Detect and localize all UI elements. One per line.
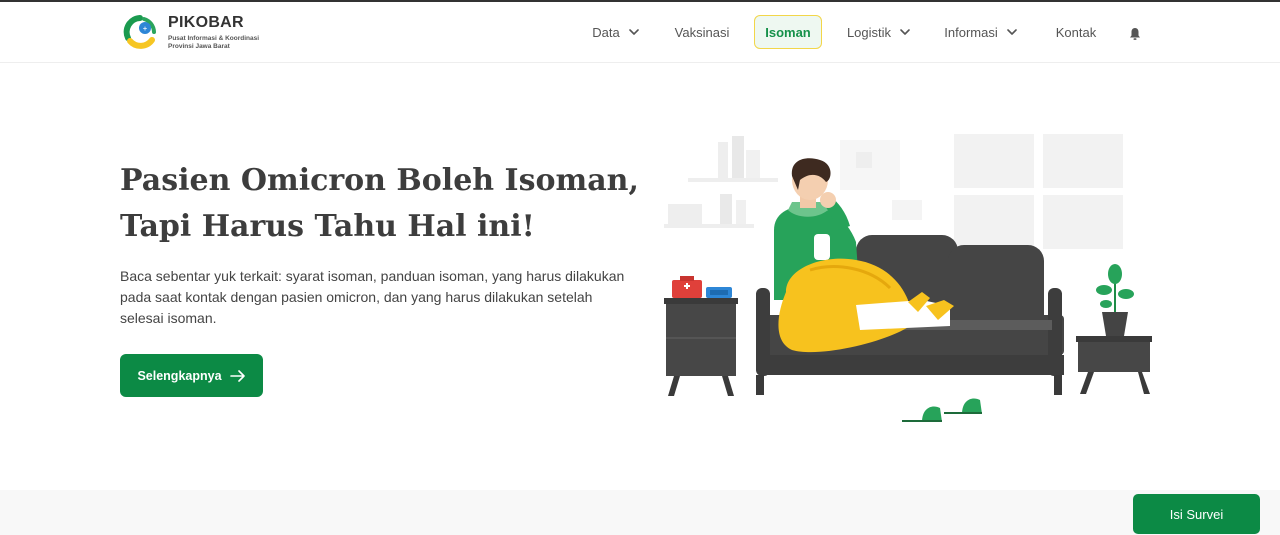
brand-name: PIKOBAR — [168, 14, 244, 31]
nav-item-kontak[interactable]: Kontak — [1052, 15, 1100, 49]
navbar: + PIKOBAR Pusat Informasi & Koordinasi P… — [0, 2, 1280, 63]
pikobar-logo-icon: + — [123, 15, 156, 49]
arrow-right-icon — [229, 369, 245, 382]
nav-item-informasi-label: Informasi — [944, 24, 998, 40]
nav-item-vaksinasi-label: Vaksinasi — [674, 24, 730, 40]
nav-item-logistik[interactable]: Logistik — [846, 15, 912, 49]
nav-item-kontak-label: Kontak — [1055, 24, 1097, 40]
hero-description: Baca sebentar yuk terkait: syarat isoman… — [120, 268, 625, 326]
chevron-down-icon — [900, 29, 910, 35]
svg-text:+: + — [142, 26, 147, 33]
next-section-band — [0, 490, 1280, 535]
brand-logo[interactable]: + PIKOBAR Pusat Informasi & Koordinasi P… — [122, 14, 282, 54]
side-table-right — [1076, 264, 1152, 394]
brand-subtitle: Pusat Informasi & Koordinasi Provinsi Ja… — [168, 35, 288, 51]
nav-item-logistik-label: Logistik — [846, 24, 892, 40]
chevron-down-icon — [628, 29, 639, 35]
nav-item-data[interactable]: Data — [590, 15, 642, 49]
hero-title: Pasien Omicron Boleh Isoman, Tapi Harus … — [120, 158, 640, 250]
chevron-down-icon — [1006, 29, 1017, 35]
hero-title-line2: Tapi Harus Tahu Hal ini! — [120, 209, 535, 244]
side-table-left — [664, 276, 738, 396]
brand-subtitle-line1: Pusat Informasi & Koordinasi — [168, 35, 260, 42]
bell-icon[interactable] — [1127, 26, 1143, 42]
selengkapnya-button[interactable]: Selengkapnya — [120, 354, 263, 397]
isi-survei-button[interactable]: Isi Survei — [1133, 494, 1260, 534]
isoman-illustration — [664, 134, 1152, 422]
hero-title-line1: Pasien Omicron Boleh Isoman, — [120, 163, 639, 198]
slippers — [902, 398, 982, 422]
nav-item-data-label: Data — [592, 24, 620, 40]
selengkapnya-label: Selengkapnya — [137, 368, 222, 383]
brand-subtitle-line2: Provinsi Jawa Barat — [168, 43, 230, 50]
nav-item-isoman-label: Isoman — [765, 24, 811, 40]
nav-item-isoman[interactable]: Isoman — [754, 15, 822, 49]
nav-item-informasi[interactable]: Informasi — [944, 15, 1018, 49]
background-decor — [664, 134, 1123, 249]
nav-item-vaksinasi[interactable]: Vaksinasi — [672, 15, 732, 49]
